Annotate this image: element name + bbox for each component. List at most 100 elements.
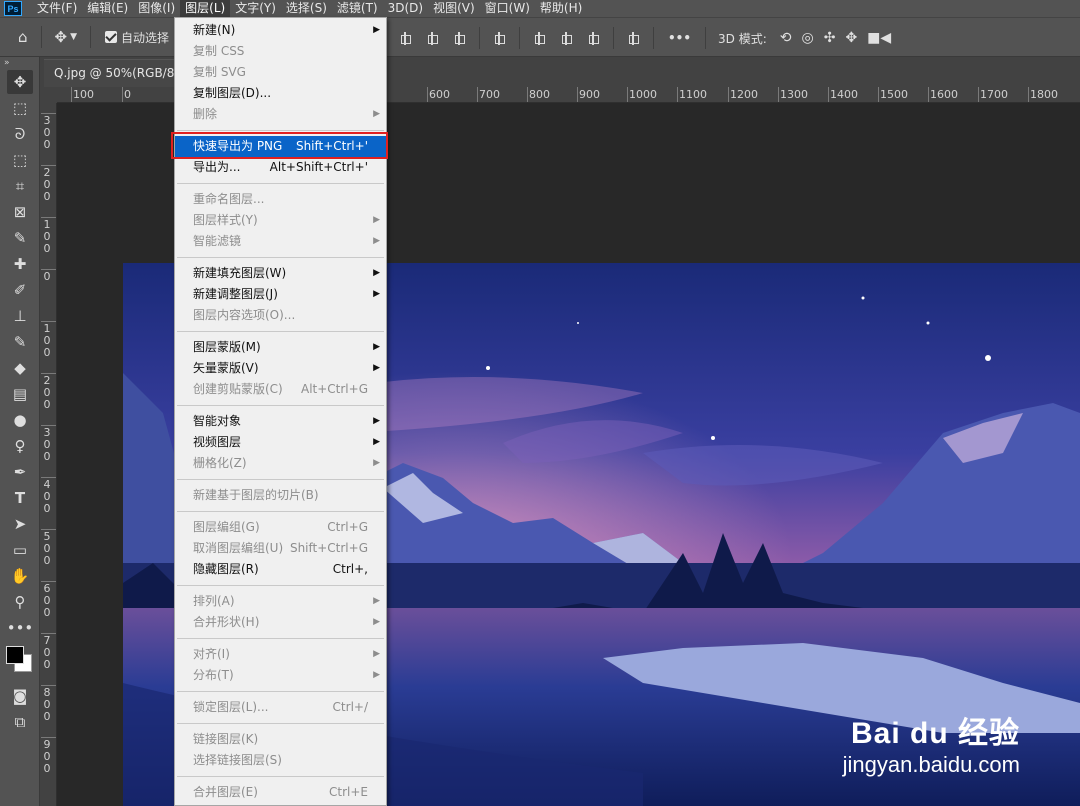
pen-tool-icon[interactable]: ✒ <box>7 460 33 484</box>
dodge-tool-icon[interactable]: ♀ <box>7 434 33 458</box>
collapse-toolbox-icon[interactable]: » <box>0 57 39 69</box>
menu-item[interactable]: 矢量蒙版(V) ▶ <box>175 358 386 379</box>
menu-item[interactable]: 复制图层(D)... <box>175 83 386 104</box>
menu-item[interactable]: 图层编组(G) Ctrl+G <box>175 517 386 538</box>
menu-item[interactable]: 链接图层(K) <box>175 729 386 750</box>
3d-roll-icon[interactable]: ◎ <box>801 30 813 46</box>
align-left-icon[interactable] <box>399 31 412 45</box>
3d-slide-icon[interactable]: ✥ <box>845 30 857 46</box>
menu-item[interactable]: 复制 CSS <box>175 41 386 62</box>
rectangle-tool-icon[interactable]: ▭ <box>7 538 33 562</box>
ruler-label: 1100 <box>679 88 707 101</box>
menu-item[interactable]: 重命名图层... <box>175 189 386 210</box>
menu-item[interactable]: 排列(A) ▶ <box>175 591 386 612</box>
eyedropper-tool-icon[interactable]: ✎ <box>7 226 33 250</box>
zoom-tool-icon[interactable]: ⚲ <box>7 590 33 614</box>
screen-mode-icon[interactable]: ⧉ <box>7 710 33 734</box>
quick-select-tool-icon[interactable]: ⬚ <box>7 148 33 172</box>
align-horizontal-center-icon[interactable] <box>426 31 439 45</box>
healing-brush-tool-icon[interactable]: ✚ <box>7 252 33 276</box>
distribute-horizontal-icon[interactable] <box>493 31 506 45</box>
blur-tool-icon[interactable]: ● <box>7 408 33 432</box>
menu-image[interactable]: 图像(I) <box>133 0 180 17</box>
menu-item[interactable]: 栅格化(Z) ▶ <box>175 453 386 474</box>
menu-item[interactable]: 新建填充图层(W) ▶ <box>175 263 386 284</box>
menu-edit[interactable]: 编辑(E) <box>82 0 133 17</box>
home-icon[interactable]: ⌂ <box>18 28 28 46</box>
highlight-annotation-frame <box>171 132 388 159</box>
history-brush-tool-icon[interactable]: ✎ <box>7 330 33 354</box>
ruler-tick <box>728 87 729 102</box>
menu-item[interactable]: 锁定图层(L)... Ctrl+/ <box>175 697 386 718</box>
menu-separator <box>177 638 384 639</box>
color-swatches[interactable] <box>4 644 38 678</box>
menu-item[interactable]: 新建(N) ▶ <box>175 20 386 41</box>
menu-item[interactable]: 复制 SVG <box>175 62 386 83</box>
menu-item[interactable]: 取消图层编组(U) Shift+Ctrl+G <box>175 538 386 559</box>
auto-select-checkbox[interactable] <box>105 31 118 43</box>
menu-item-label: 分布(T) <box>193 668 234 682</box>
menu-layer[interactable]: 图层(L) <box>180 0 231 17</box>
chevron-down-icon[interactable]: ▼ <box>70 32 77 42</box>
menu-item-shortcut: Alt+Shift+Ctrl+' <box>269 160 368 174</box>
menu-item[interactable]: 视频图层 ▶ <box>175 432 386 453</box>
menu-item[interactable]: 导出为... Alt+Shift+Ctrl+' <box>175 157 386 178</box>
quick-mask-icon[interactable]: ◙ <box>7 684 33 708</box>
menu-item[interactable]: 智能滤镜 ▶ <box>175 231 386 252</box>
menu-item[interactable]: 图层样式(Y) ▶ <box>175 210 386 231</box>
submenu-arrow-icon: ▶ <box>373 342 380 352</box>
menu-help[interactable]: 帮助(H) <box>535 0 587 17</box>
menu-item[interactable]: 新建调整图层(J) ▶ <box>175 284 386 305</box>
menu-item[interactable]: 创建剪贴蒙版(C) Alt+Ctrl+G <box>175 379 386 400</box>
more-options-button[interactable]: ••• <box>668 31 691 45</box>
move-tool-icon[interactable]: ✥ <box>7 70 33 94</box>
menu-item[interactable]: 对齐(I) ▶ <box>175 644 386 665</box>
ruler-tick <box>577 87 578 102</box>
3d-pan-icon[interactable]: ✣ <box>824 30 836 46</box>
menu-file[interactable]: 文件(F) <box>32 0 82 17</box>
menu-item[interactable]: 图层蒙版(M) ▶ <box>175 337 386 358</box>
lasso-tool-icon[interactable]: ᘐ <box>7 122 33 146</box>
menu-item[interactable]: 隐藏图层(R) Ctrl+, <box>175 559 386 580</box>
menu-view[interactable]: 视图(V) <box>428 0 480 17</box>
gradient-tool-icon[interactable]: ▤ <box>7 382 33 406</box>
crop-tool-icon[interactable]: ⌗ <box>7 174 33 198</box>
align-vertical-center-icon[interactable] <box>560 31 573 45</box>
menu-item[interactable]: 分布(T) ▶ <box>175 665 386 686</box>
eraser-tool-icon[interactable]: ◆ <box>7 356 33 380</box>
menu-item-label: 选择链接图层(S) <box>193 753 282 767</box>
brush-tool-icon[interactable]: ✐ <box>7 278 33 302</box>
menu-window[interactable]: 窗口(W) <box>480 0 535 17</box>
watermark-url: jingyan.baidu.com <box>842 752 1020 777</box>
3d-orbit-icon[interactable]: ⟲ <box>780 30 792 46</box>
menu-item[interactable]: 图层内容选项(O)... <box>175 305 386 326</box>
menu-item[interactable]: 智能对象 ▶ <box>175 411 386 432</box>
menu-item[interactable]: 合并图层(E) Ctrl+E <box>175 782 386 803</box>
stamp-tool-icon[interactable]: ⊥ <box>7 304 33 328</box>
menu-item[interactable]: 删除 ▶ <box>175 104 386 125</box>
move-tool-icon[interactable]: ✥ <box>55 28 68 46</box>
align-top-icon[interactable] <box>533 31 546 45</box>
photoshop-logo-icon: Ps <box>4 1 22 16</box>
3d-scale-icon[interactable]: ■◀ <box>867 30 891 46</box>
distribute-vertical-icon[interactable] <box>627 31 640 45</box>
submenu-arrow-icon: ▶ <box>373 215 380 225</box>
menu-separator <box>177 585 384 586</box>
align-bottom-icon[interactable] <box>587 31 600 45</box>
menu-type[interactable]: 文字(Y) <box>230 0 281 17</box>
menu-item[interactable]: 合并形状(H) ▶ <box>175 612 386 633</box>
menu-item[interactable]: 新建基于图层的切片(B) <box>175 485 386 506</box>
menu-item-label: 新建(N) <box>193 23 236 37</box>
menu-3d[interactable]: 3D(D) <box>383 0 428 17</box>
menu-select[interactable]: 选择(S) <box>281 0 332 17</box>
marquee-tool-icon[interactable]: ⬚ <box>7 96 33 120</box>
frame-tool-icon[interactable]: ⊠ <box>7 200 33 224</box>
hand-tool-icon[interactable]: ✋ <box>7 564 33 588</box>
menu-filter[interactable]: 滤镜(T) <box>332 0 383 17</box>
menu-item[interactable]: 选择链接图层(S) <box>175 750 386 771</box>
more-tools-icon[interactable]: ••• <box>7 616 34 640</box>
foreground-color-swatch[interactable] <box>6 646 24 664</box>
type-tool-icon[interactable]: T <box>7 486 33 510</box>
align-right-icon[interactable] <box>453 31 466 45</box>
path-select-tool-icon[interactable]: ➤ <box>7 512 33 536</box>
